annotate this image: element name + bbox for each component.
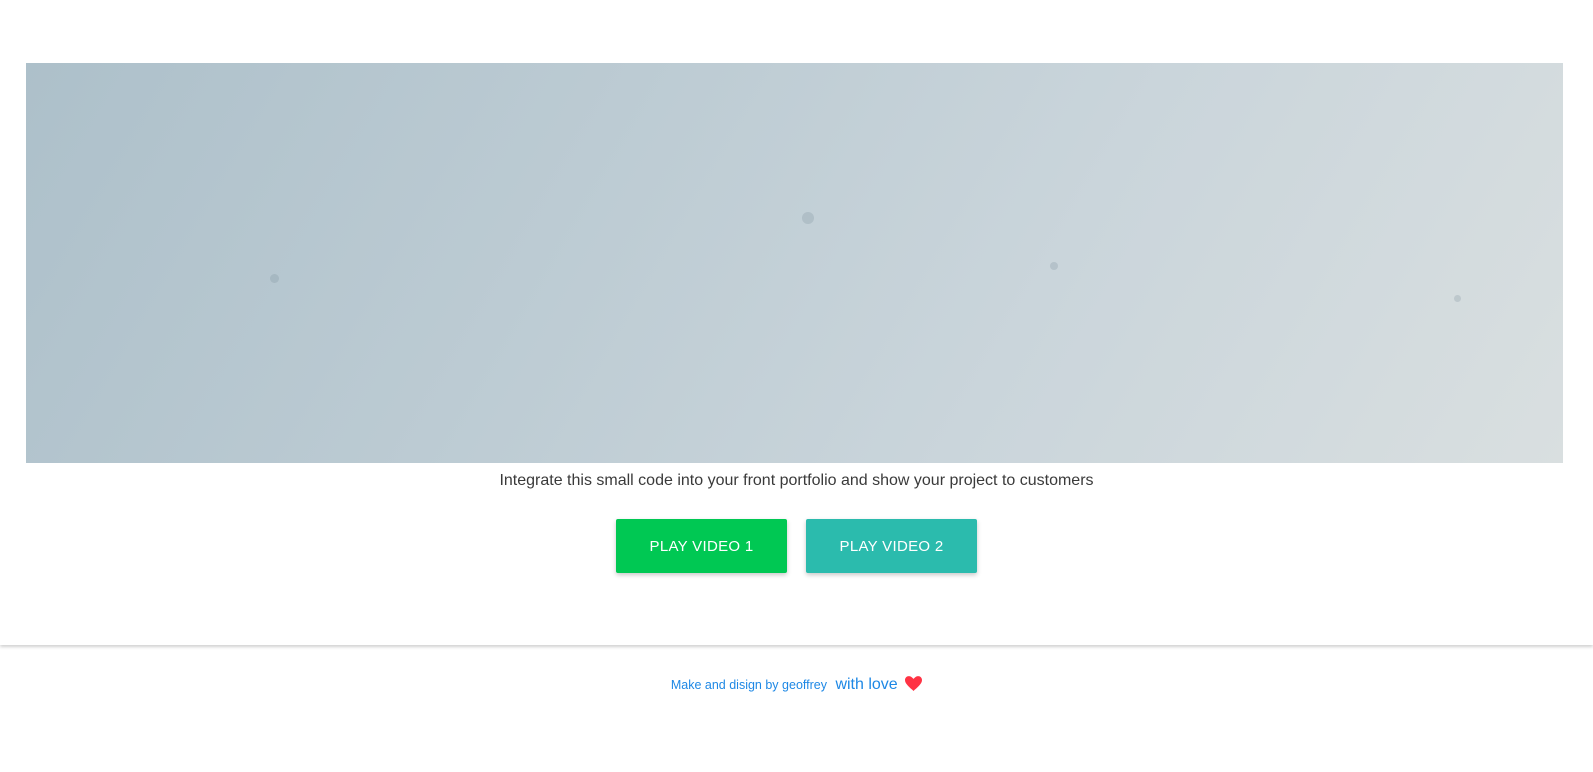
banner-speck bbox=[270, 274, 279, 283]
banner-speck bbox=[1454, 295, 1461, 302]
button-group: PLAY VIDEO 1 PLAY VIDEO 2 bbox=[0, 519, 1593, 573]
play-video-1-button[interactable]: PLAY VIDEO 1 bbox=[616, 519, 787, 573]
main-section: Integrate this small code into your fron… bbox=[0, 0, 1593, 645]
footer-love-text: with love bbox=[835, 676, 898, 693]
footer: Make and disign by geoffrey with love bbox=[0, 676, 1593, 696]
banner-speck bbox=[802, 212, 814, 224]
play-video-2-button[interactable]: PLAY VIDEO 2 bbox=[806, 519, 977, 573]
tagline-text: Integrate this small code into your fron… bbox=[499, 472, 1094, 489]
heart-icon bbox=[905, 676, 923, 696]
footer-credit: Make and disign by geoffrey bbox=[670, 678, 827, 692]
video-banner[interactable] bbox=[26, 63, 1563, 463]
banner-speck bbox=[1050, 262, 1058, 270]
page: Integrate this small code into your fron… bbox=[0, 0, 1593, 772]
